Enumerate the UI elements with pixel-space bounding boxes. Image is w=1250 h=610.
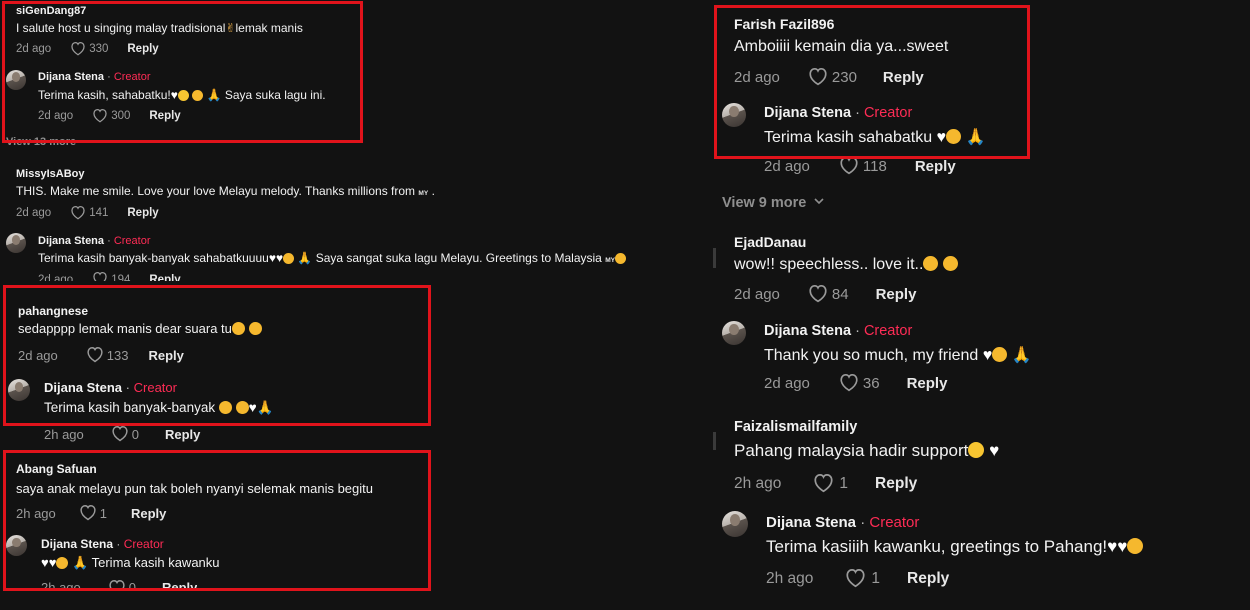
heart-icon[interactable] [808, 285, 828, 303]
reply-meta: 2d ago 36 Reply [764, 374, 947, 392]
reply-meta: 2h ago 1 Reply [766, 569, 949, 588]
heart-icon[interactable] [92, 272, 108, 281]
folded-hands-emoji: 🙏 [297, 251, 313, 265]
chevron-down-icon [814, 193, 824, 209]
heart-icon[interactable] [839, 374, 859, 392]
star-eyes-emoji [992, 347, 1008, 362]
like-count: 0 [131, 426, 139, 442]
white-heart-emoji: ♥♥ [1107, 537, 1128, 556]
reply-button[interactable]: Reply [876, 286, 917, 303]
reply-button[interactable]: Reply [915, 158, 956, 175]
comment-meta: 2d ago 84 Reply [734, 285, 916, 303]
like-count: 1 [871, 569, 881, 587]
white-heart-emoji: ♥♥ [268, 251, 284, 265]
reply-username[interactable]: Dijana Stena [38, 235, 104, 247]
grin-emoji [968, 442, 985, 458]
scroll-divider [713, 432, 716, 450]
highlight-box [2, 1, 363, 143]
star-eyes-emoji [923, 256, 939, 271]
comment-text: wow!! speechless.. love it.. [734, 256, 958, 274]
reply-time: 2d ago [764, 157, 810, 175]
avatar[interactable] [722, 511, 748, 537]
reply-meta: 2d ago 194 Reply [38, 272, 181, 281]
heart-icon[interactable] [845, 569, 866, 588]
highlight-box [3, 285, 431, 426]
reply-button[interactable]: Reply [127, 207, 158, 219]
reply-button[interactable]: Reply [149, 272, 180, 281]
like-count: 194 [111, 274, 131, 281]
highlight-box [3, 450, 431, 591]
creator-badge: Creator [863, 323, 913, 339]
reply-button[interactable]: Reply [875, 475, 917, 493]
avatar[interactable] [6, 233, 26, 253]
reply-header: Dijana Stena · Creator [38, 235, 151, 247]
star-eyes-emoji [615, 253, 627, 264]
reply-button[interactable]: Reply [165, 427, 200, 442]
reply-meta: 2d ago 118 Reply [764, 157, 956, 175]
malaysia-flag-emoji: MY [605, 257, 616, 264]
scroll-divider [713, 248, 716, 268]
avatar[interactable] [722, 321, 746, 345]
separator-dot: · [107, 235, 111, 247]
reply-username[interactable]: Dijana Stena [766, 514, 856, 531]
comment-username[interactable]: EjadDanau [734, 234, 806, 250]
comment-username[interactable]: Faizalismailfamily [734, 419, 857, 435]
heart-icon[interactable] [839, 157, 859, 175]
malaysia-flag-emoji: MY [418, 190, 429, 197]
view-more-replies[interactable]: View 9 more [722, 193, 824, 211]
white-heart-emoji: ♥ [989, 441, 1000, 460]
reply-text: Terima kasiiih kawanku, greetings to Pah… [766, 537, 1144, 557]
view-more-label: View 9 more [722, 195, 807, 211]
comment-username[interactable]: MissyIsABoy [16, 168, 84, 180]
creator-badge: Creator [869, 514, 920, 531]
star-eyes-emoji [1127, 538, 1144, 554]
separator-dot: · [855, 323, 860, 339]
heart-icon[interactable] [813, 474, 834, 493]
reply-time: 2h ago [766, 569, 814, 587]
heart-icon[interactable] [111, 426, 129, 442]
reply-meta: 2h ago 0 Reply [44, 426, 200, 442]
comment-text: THIS. Make me smile. Love your love Mela… [16, 184, 435, 198]
reply-button[interactable]: Reply [907, 375, 948, 392]
comment-time: 2d ago [16, 207, 52, 219]
reply-header: Dijana Stena · Creator [766, 514, 919, 531]
comment-text: Pahang malaysia hadir support ♥ [734, 441, 1000, 460]
like-count: 141 [89, 207, 109, 219]
like-count: 84 [831, 285, 849, 303]
reply-text: Terima kasih banyak-banyak sahabatkuuuu♥… [38, 251, 627, 265]
comment-time: 2h ago [734, 474, 782, 492]
comment-meta: 2d ago 141 Reply [16, 206, 159, 220]
reply-time: 2d ago [764, 374, 810, 392]
creator-badge: Creator [113, 235, 151, 247]
reply-text: Thank you so much, my friend ♥ 🙏 [764, 347, 1032, 364]
star-eyes-emoji [283, 253, 295, 264]
reply-header: Dijana Stena · Creator [764, 323, 912, 339]
reply-username[interactable]: Dijana Stena [764, 323, 851, 339]
separator-dot: · [860, 514, 866, 531]
highlight-box [714, 5, 1030, 159]
like-count: 1 [839, 474, 849, 492]
white-heart-emoji: ♥ [982, 347, 993, 364]
reply-time: 2d ago [38, 274, 74, 281]
heart-icon[interactable] [70, 206, 86, 220]
reply-button[interactable]: Reply [907, 570, 949, 588]
star-eyes-emoji [942, 256, 958, 271]
reply-time: 2h ago [44, 426, 84, 442]
like-count: 118 [862, 157, 887, 175]
folded-hands-emoji: 🙏 [1011, 347, 1032, 364]
comment-time: 2d ago [734, 285, 780, 303]
like-count: 36 [862, 374, 880, 392]
comment-meta: 2h ago 1 Reply [734, 474, 917, 493]
